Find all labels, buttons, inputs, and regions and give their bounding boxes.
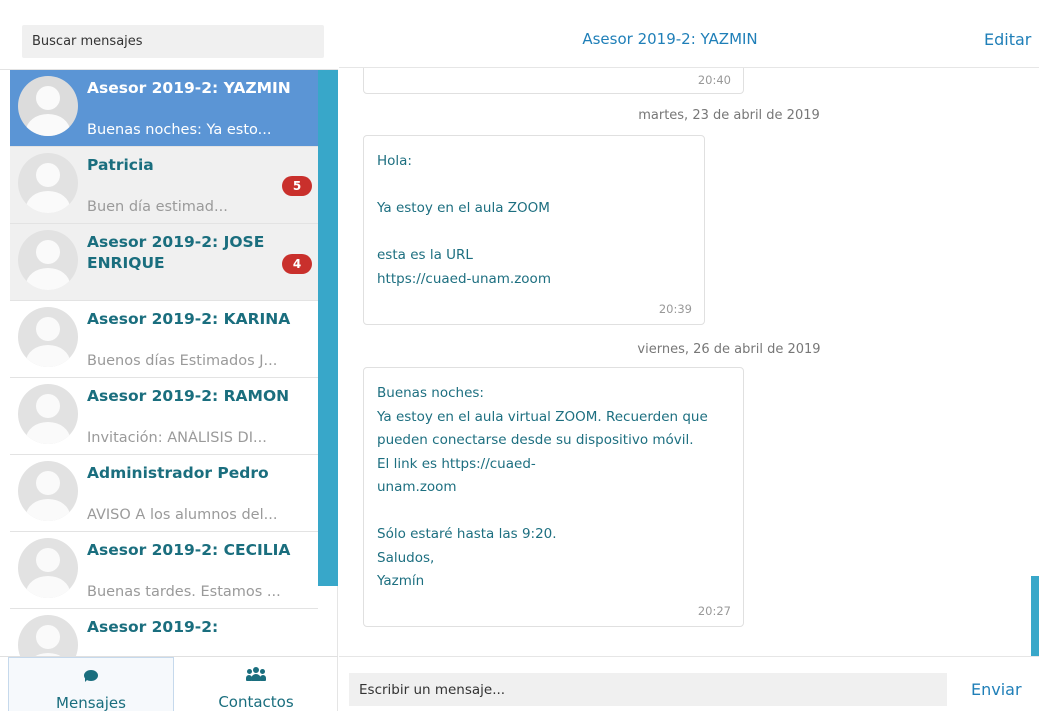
message-text: Hola: Ya estoy en el aula ZOOM esta es l… bbox=[377, 153, 551, 287]
conversation-preview: Buen día estimad... bbox=[87, 199, 228, 215]
message-time: 20:40 bbox=[697, 73, 731, 87]
conversation-preview: Buenos días Estimados J... bbox=[87, 353, 278, 369]
conversation-item[interactable]: Asesor 2019-2: CECILIA Buenas tardes. Es… bbox=[10, 532, 318, 609]
avatar bbox=[18, 153, 78, 213]
conversation-name: Asesor 2019-2: bbox=[87, 618, 219, 636]
conversation-name: Asesor 2019-2: YAZMIN bbox=[87, 79, 291, 97]
unread-badge: 4 bbox=[282, 254, 312, 274]
conversation-preview: AVISO A los alumnos del... bbox=[87, 507, 278, 523]
search-input[interactable] bbox=[22, 25, 324, 58]
conversation-name: Asesor 2019-2: CECILIA bbox=[87, 541, 291, 559]
conversation-preview: Buenas tardes. Estamos ... bbox=[87, 584, 281, 600]
avatar bbox=[18, 384, 78, 444]
conversation-item[interactable]: Asesor 2019-2: RAMON Invitación: ANÁLISI… bbox=[10, 378, 318, 455]
send-button[interactable]: Enviar bbox=[971, 680, 1022, 699]
message-scrollbar[interactable] bbox=[1031, 576, 1039, 656]
avatar bbox=[18, 76, 78, 136]
conversation-scrollbar[interactable] bbox=[318, 70, 338, 586]
conversation-name: Asesor 2019-2: JOSE ENRIQUE bbox=[87, 233, 265, 272]
conversation-list: Asesor 2019-2: YAZMIN Buenas noches: Ya … bbox=[10, 70, 318, 656]
tab-messages-label: Mensajes bbox=[56, 694, 126, 711]
date-separator: martes, 23 de abril de 2019 bbox=[638, 108, 820, 123]
chat-header: Asesor 2019-2: YAZMIN Editar bbox=[339, 10, 1039, 68]
conversation-preview: Buenas noches: Ya esto... bbox=[87, 122, 272, 138]
avatar bbox=[18, 615, 78, 656]
message-input[interactable] bbox=[349, 673, 947, 706]
tab-contacts[interactable]: Contactos bbox=[174, 657, 338, 711]
message-time: 20:27 bbox=[697, 604, 731, 618]
message-bubble: Buenas noches: Ya estoy en el aula virtu… bbox=[363, 367, 744, 627]
conversation-item[interactable]: Asesor 2019-2: JOSE ENRIQUE 4 bbox=[10, 224, 318, 301]
message-text: Buenas noches: Ya estoy en el aula virtu… bbox=[377, 385, 708, 589]
composer: Enviar bbox=[339, 656, 1039, 711]
conversation-name: Asesor 2019-2: RAMON bbox=[87, 387, 290, 405]
conversation-item[interactable]: Asesor 2019-2: YAZMIN Buenas noches: Ya … bbox=[10, 70, 318, 147]
message-area: 20:40 martes, 23 de abril de 2019 Hola: … bbox=[339, 68, 1039, 656]
bottom-nav: Mensajes Contactos bbox=[0, 656, 338, 711]
conversation-item[interactable]: Asesor 2019-2: KARINA Buenos días Estima… bbox=[10, 301, 318, 378]
conversation-preview: Invitación: ANÁLISIS DI... bbox=[87, 430, 267, 446]
edit-button[interactable]: Editar bbox=[984, 30, 1031, 49]
message-bubble: Hola: Ya estoy en el aula ZOOM esta es l… bbox=[363, 135, 705, 325]
avatar bbox=[18, 538, 78, 598]
conversation-item[interactable]: Administrador Pedro AVISO A los alumnos … bbox=[10, 455, 318, 532]
unread-badge: 5 bbox=[282, 176, 312, 196]
comment-icon bbox=[84, 670, 98, 682]
avatar bbox=[18, 307, 78, 367]
users-icon bbox=[246, 667, 266, 683]
conversation-panel: Asesor 2019-2: YAZMIN Buenas noches: Ya … bbox=[0, 0, 338, 711]
conversation-item[interactable]: Patricia 5 Buen día estimad... bbox=[10, 147, 318, 224]
tab-contacts-label: Contactos bbox=[218, 693, 294, 711]
avatar bbox=[18, 230, 78, 290]
tab-messages[interactable]: Mensajes bbox=[8, 657, 174, 711]
message-bubble: 20:40 bbox=[363, 68, 744, 94]
conversation-item[interactable]: Asesor 2019-2: bbox=[10, 609, 318, 656]
chat-title[interactable]: Asesor 2019-2: YAZMIN bbox=[339, 30, 1001, 48]
avatar bbox=[18, 461, 78, 521]
conversation-name: Asesor 2019-2: KARINA bbox=[87, 310, 291, 328]
message-time: 20:39 bbox=[658, 302, 692, 316]
date-separator: viernes, 26 de abril de 2019 bbox=[637, 342, 821, 357]
conversation-name: Administrador Pedro bbox=[87, 464, 269, 482]
search-bar bbox=[0, 0, 338, 70]
conversation-name: Patricia bbox=[87, 156, 154, 174]
